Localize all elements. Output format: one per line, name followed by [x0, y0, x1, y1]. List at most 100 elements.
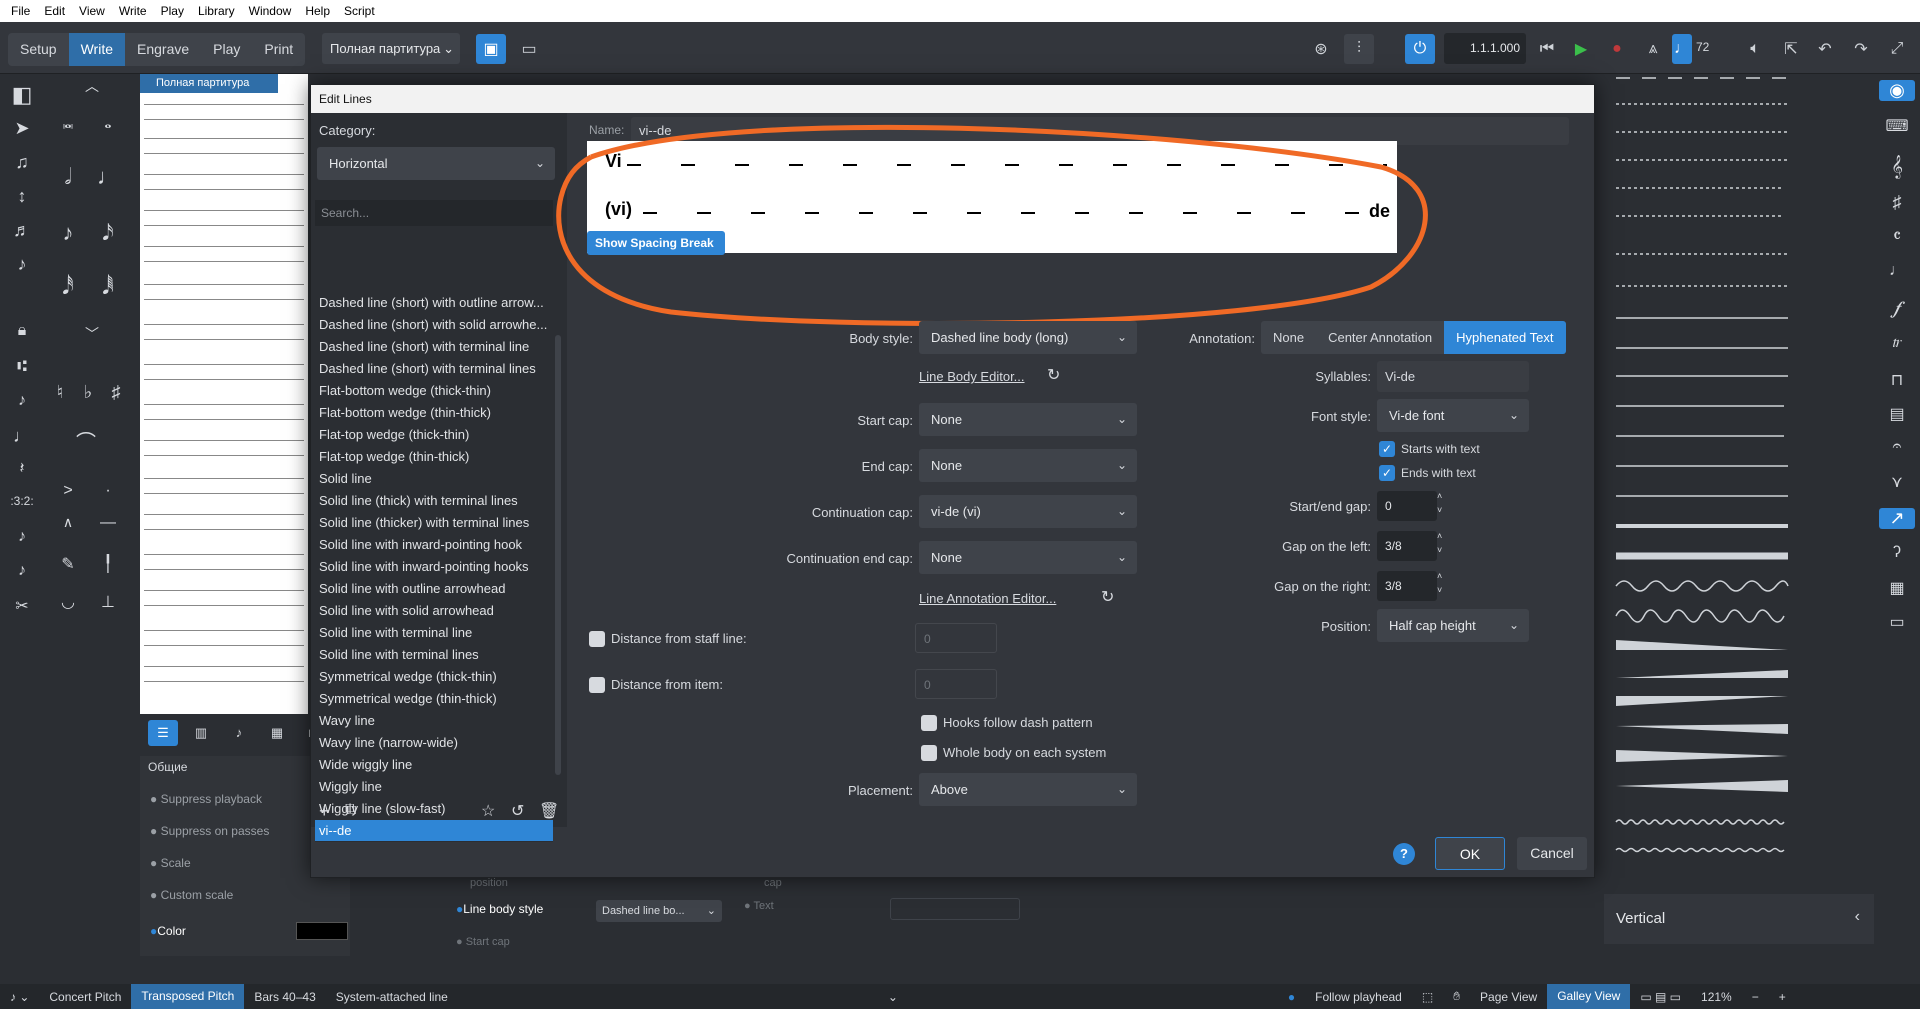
- quarter-note-icon[interactable]: ♩: [90, 164, 126, 190]
- key-signature-icon[interactable]: ♯: [1879, 192, 1915, 213]
- placement-select[interactable]: Above ⌄: [919, 773, 1137, 806]
- zoom-out-icon[interactable]: −: [1742, 990, 1769, 1004]
- select-arrow-icon[interactable]: ➤: [4, 118, 40, 139]
- syllables-input[interactable]: Vi-de: [1377, 361, 1529, 392]
- menu-view[interactable]: View: [72, 4, 112, 18]
- distance-staff-checkbox[interactable]: [589, 631, 605, 647]
- line-list-item[interactable]: Symmetrical wedge (thick-thin): [315, 666, 553, 688]
- color-prop[interactable]: ●Color: [150, 924, 186, 938]
- sixteenth-note-icon[interactable]: 𝅘𝅥𝅯: [90, 220, 126, 246]
- line-list-item[interactable]: Wavy line (narrow-wide): [315, 732, 553, 754]
- line-list-item[interactable]: Solid line with inward-pointing hook: [315, 534, 553, 556]
- body-style-select[interactable]: Dashed line body (long) ⌄: [919, 321, 1137, 354]
- power-icon[interactable]: ⏻: [1405, 34, 1435, 64]
- starts-with-text-checkbox[interactable]: ✓: [1379, 441, 1395, 457]
- whole-note-icon[interactable]: 𝅝: [90, 112, 126, 133]
- slur-icon[interactable]: ⌒: [68, 426, 104, 455]
- menu-script[interactable]: Script: [337, 4, 382, 18]
- dotted-note-icon[interactable]: ♩: [4, 426, 40, 447]
- line-list-item[interactable]: Solid line with solid arrowhead: [315, 600, 553, 622]
- stepper-icon[interactable]: ˄ ˅: [1437, 529, 1442, 557]
- line-list-item[interactable]: Wide wiggly line: [315, 754, 553, 776]
- thirtysecond-note-icon[interactable]: 𝅘𝅥𝅰: [50, 274, 86, 300]
- rewind-icon[interactable]: ⏮: [1532, 34, 1562, 64]
- distance-item-input[interactable]: 0: [915, 669, 997, 699]
- line-list-item[interactable]: Solid line: [315, 468, 553, 490]
- chevron-left-icon[interactable]: ‹: [1855, 908, 1860, 926]
- distance-item-checkbox[interactable]: [589, 677, 605, 693]
- continuation-end-cap-select[interactable]: None ⌄: [919, 541, 1137, 574]
- line-list-item[interactable]: Solid line (thick) with terminal lines: [315, 490, 553, 512]
- lines-palette[interactable]: [1604, 74, 1874, 904]
- layout-selector[interactable]: Полная партитура ⌄: [322, 33, 460, 64]
- text-prop[interactable]: ● Text: [744, 900, 774, 912]
- play-icon[interactable]: ▶: [1566, 34, 1596, 64]
- scale[interactable]: ● Scale: [150, 856, 191, 870]
- half-note-icon[interactable]: 𝅗𝅥: [50, 164, 86, 190]
- font-style-select[interactable]: Vi-de font ⌄: [1377, 399, 1529, 432]
- suppress-playback[interactable]: ● Suppress playback: [150, 792, 262, 806]
- clapper-icon[interactable]: ▦: [1879, 578, 1915, 598]
- gap-right-input[interactable]: 3/8: [1377, 571, 1437, 601]
- expand-icon[interactable]: ⤢: [1882, 34, 1912, 64]
- guitar-icon[interactable]: ♪: [224, 720, 254, 746]
- tie-tool-icon[interactable]: ♪: [4, 562, 40, 580]
- breve-icon[interactable]: 𝅜: [50, 112, 86, 133]
- record-icon[interactable]: ●: [1602, 34, 1632, 64]
- bars-icon[interactable]: ▤: [1879, 404, 1915, 424]
- menu-edit[interactable]: Edit: [37, 4, 72, 18]
- mode-play[interactable]: Play: [201, 33, 252, 66]
- stepper-icon[interactable]: ˄ ˅: [1437, 489, 1442, 517]
- tempo-icon[interactable]: ♩: [1879, 262, 1915, 280]
- line-list-item[interactable]: Solid line with terminal lines: [315, 644, 553, 666]
- tempo-note-icon[interactable]: ♩: [1672, 34, 1692, 64]
- menu-help[interactable]: Help: [298, 4, 337, 18]
- toggle-icon[interactable]: ●: [1278, 990, 1305, 1004]
- category-select[interactable]: Horizontal ⌄: [317, 147, 555, 180]
- start-cap-select[interactable]: None ⌄: [919, 403, 1137, 436]
- panel-toggle-icon[interactable]: ◧: [4, 82, 40, 108]
- score-tab[interactable]: Полная партитура: [140, 74, 278, 93]
- line-body-style-select[interactable]: Dashed line bo... ⌄: [596, 900, 722, 922]
- refresh-icon[interactable]: ↻: [1047, 365, 1060, 385]
- annotation-center[interactable]: Center Annotation: [1316, 321, 1444, 354]
- keyboard-icon[interactable]: ⌨: [1879, 116, 1915, 136]
- force-icon[interactable]: ♪: [4, 392, 40, 410]
- lock-icon[interactable]: 🔒︎: [4, 322, 40, 340]
- distance-staff-input[interactable]: 0: [915, 623, 997, 653]
- lines-icon[interactable]: ↗: [1879, 508, 1915, 529]
- line-list-item[interactable]: Symmetrical wedge (thin-thick): [315, 688, 553, 710]
- refresh-icon[interactable]: ↻: [1101, 587, 1114, 607]
- trash-icon[interactable]: 🗑︎: [539, 801, 559, 821]
- staccato-icon[interactable]: ·: [90, 482, 126, 500]
- sixtyfourth-note-icon[interactable]: 𝅘𝅥𝅱: [90, 274, 126, 300]
- list-view-icon[interactable]: ☰: [148, 720, 178, 746]
- line-list-item[interactable]: Wiggly line: [315, 776, 553, 798]
- galley-frame-icon[interactable]: ▣: [476, 34, 506, 64]
- line-list-item[interactable]: Flat-top wedge (thin-thick): [315, 446, 553, 468]
- grid-icon[interactable]: ▦: [262, 720, 292, 746]
- fermata-icon[interactable]: 𝄐: [1879, 438, 1915, 456]
- line-list-item[interactable]: Dashed line (short) with solid arrowhe..…: [315, 314, 553, 336]
- insert-note-icon[interactable]: ♫: [4, 152, 40, 173]
- ornaments-icon[interactable]: 𝆖: [1879, 334, 1915, 352]
- grace-note-icon[interactable]: ♪: [4, 528, 40, 546]
- chevron-down-icon[interactable]: ﹀: [74, 324, 110, 344]
- pencil-icon[interactable]: ✎: [50, 554, 86, 574]
- ok-button[interactable]: OK: [1435, 837, 1505, 870]
- tuplet-icon[interactable]: :3:2:: [4, 494, 40, 508]
- score-area[interactable]: [140, 74, 308, 714]
- line-annotation-editor-link[interactable]: Line Annotation Editor...: [919, 591, 1056, 606]
- comment-icon[interactable]: ▭: [1879, 612, 1915, 632]
- hand-tool-icon[interactable]: ✋︎: [1443, 989, 1470, 1004]
- cancel-button[interactable]: Cancel: [1517, 837, 1587, 870]
- line-list-item[interactable]: Solid line (thicker) with terminal lines: [315, 512, 553, 534]
- chevron-up-icon[interactable]: ︿: [74, 76, 110, 96]
- tie-icon[interactable]: ◡: [50, 592, 86, 612]
- mode-engrave[interactable]: Engrave: [125, 33, 201, 66]
- gap-left-input[interactable]: 3/8: [1377, 531, 1437, 561]
- note-input-icon[interactable]: ♪ ⌄: [0, 990, 39, 1004]
- line-list-item[interactable]: Dashed line (short) with terminal lines: [315, 358, 553, 380]
- start-end-gap-input[interactable]: 0: [1377, 491, 1437, 521]
- tenuto-icon[interactable]: —: [90, 514, 126, 532]
